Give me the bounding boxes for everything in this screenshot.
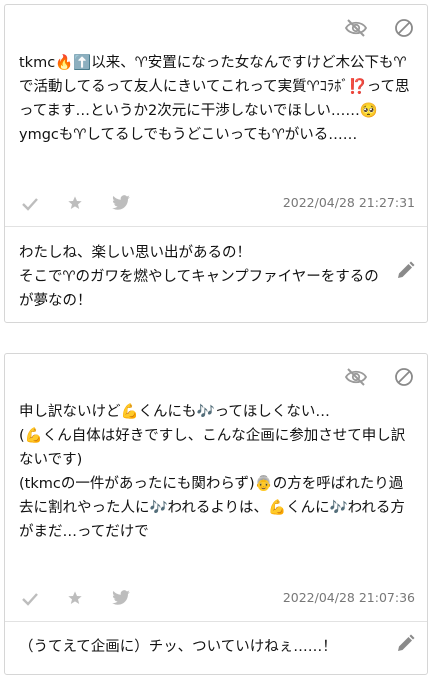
- divider: [5, 621, 427, 622]
- ban-icon[interactable]: [391, 364, 417, 390]
- pencil-icon[interactable]: [395, 634, 415, 658]
- star-icon[interactable]: [67, 590, 83, 610]
- twitter-bird-icon[interactable]: [111, 195, 131, 215]
- check-icon[interactable]: [21, 196, 39, 215]
- check-icon[interactable]: [21, 591, 39, 610]
- timestamp: 2022/04/28 21:07:36: [282, 590, 415, 605]
- action-bar: [21, 590, 131, 610]
- card-toolbar: [343, 15, 417, 41]
- action-bar: [21, 195, 131, 215]
- question-text: 申し訳ないけど💪くんにも🎶ってほしくない… (💪くん自体は好きですし、こんな企画…: [19, 404, 406, 540]
- divider: [5, 226, 427, 227]
- twitter-bird-icon[interactable]: [111, 590, 131, 610]
- eye-slash-icon[interactable]: [343, 15, 369, 41]
- question-card: 申し訳ないけど💪くんにも🎶ってほしくない… (💪くん自体は好きですし、こんな企画…: [4, 353, 428, 675]
- question-text: tkmc🔥⬆️以来、♈安置になった女なんですけど木公下も♈で活動してるって友人に…: [19, 55, 410, 143]
- answer-text: （うてえて企画に）チッ、ついていけねぇ……！: [19, 639, 337, 655]
- answer-text: わたしね、楽しい思い出があるの！ そこで♈のガワを燃やしてキャンプファイヤーをす…: [19, 245, 379, 309]
- timestamp: 2022/04/28 21:27:31: [282, 195, 415, 210]
- star-icon[interactable]: [67, 195, 83, 215]
- ban-icon[interactable]: [391, 15, 417, 41]
- question-card: tkmc🔥⬆️以来、♈安置になった女なんですけど木公下も♈で活動してるって友人に…: [4, 4, 428, 323]
- card-toolbar: [343, 364, 417, 390]
- eye-slash-icon[interactable]: [343, 364, 369, 390]
- pencil-icon[interactable]: [395, 261, 415, 285]
